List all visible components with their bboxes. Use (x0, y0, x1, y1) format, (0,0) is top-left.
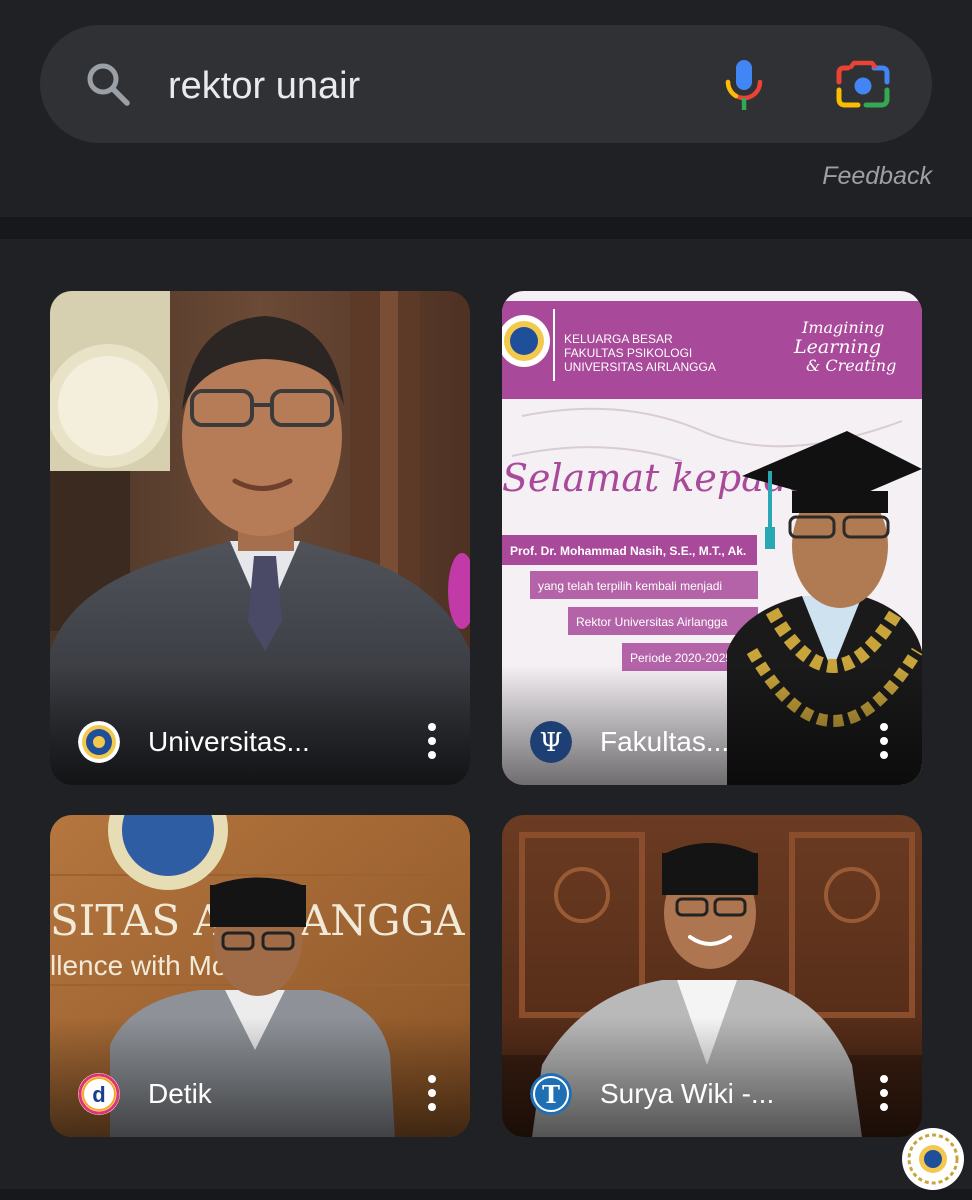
poster-header-line: KELUARGA BESAR (564, 332, 673, 346)
poster-name: Prof. Dr. Mohammad Nasih, S.E., M.T., Ak… (510, 544, 746, 558)
poster-tagline: & Creating (806, 356, 896, 375)
image-result-card[interactable]: Universitas... (50, 291, 470, 785)
psychology-psi-icon: Ψ (530, 721, 572, 763)
more-options-icon[interactable] (872, 721, 896, 761)
mic-icon[interactable] (722, 58, 766, 112)
poster-line: yang telah terpilih kembali menjadi (538, 579, 722, 593)
unair-logo-icon (78, 721, 120, 763)
result-source[interactable]: Universitas... (148, 725, 310, 759)
svg-text:d: d (92, 1082, 105, 1107)
tribun-t-icon: T (530, 1073, 572, 1115)
poster-line: Rektor Universitas Airlangga (576, 615, 728, 629)
more-options-icon[interactable] (420, 1073, 444, 1113)
poster-header-line: UNIVERSITAS AIRLANGGA (564, 360, 716, 374)
poster-line: Periode 2020-2025 (630, 651, 732, 665)
caption-shade (50, 1017, 470, 1137)
search-header: rektor unair Feedback (0, 0, 972, 217)
section-divider (0, 217, 972, 239)
poster-header-line: FAKULTAS PSIKOLOGI (564, 346, 692, 360)
search-icon[interactable] (84, 60, 132, 108)
detik-d-icon: d (78, 1073, 120, 1115)
result-source[interactable]: Detik (148, 1077, 212, 1111)
image-result-card[interactable]: T Surya Wiki -... (502, 815, 922, 1137)
search-input[interactable]: rektor unair (168, 62, 360, 110)
watermark-seal-icon (902, 1128, 964, 1190)
more-options-icon[interactable] (420, 721, 444, 761)
feedback-link[interactable]: Feedback (822, 162, 932, 191)
poster-tagline: Imagining (801, 318, 884, 337)
svg-text:T: T (542, 1080, 560, 1109)
image-result-card[interactable]: KELUARGA BESAR FAKULTAS PSIKOLOGI UNIVER… (502, 291, 922, 785)
poster-tagline: Learning (793, 336, 881, 358)
more-options-icon[interactable] (872, 1073, 896, 1113)
image-result-card[interactable]: SITAS AIRLANGGA llence with Morality d D… (50, 815, 470, 1137)
google-lens-icon[interactable] (836, 60, 890, 110)
result-source[interactable]: Fakultas... (600, 725, 729, 759)
svg-text:Ψ: Ψ (540, 728, 563, 758)
result-source[interactable]: Surya Wiki -... (600, 1077, 774, 1111)
bottom-divider (0, 1189, 972, 1200)
